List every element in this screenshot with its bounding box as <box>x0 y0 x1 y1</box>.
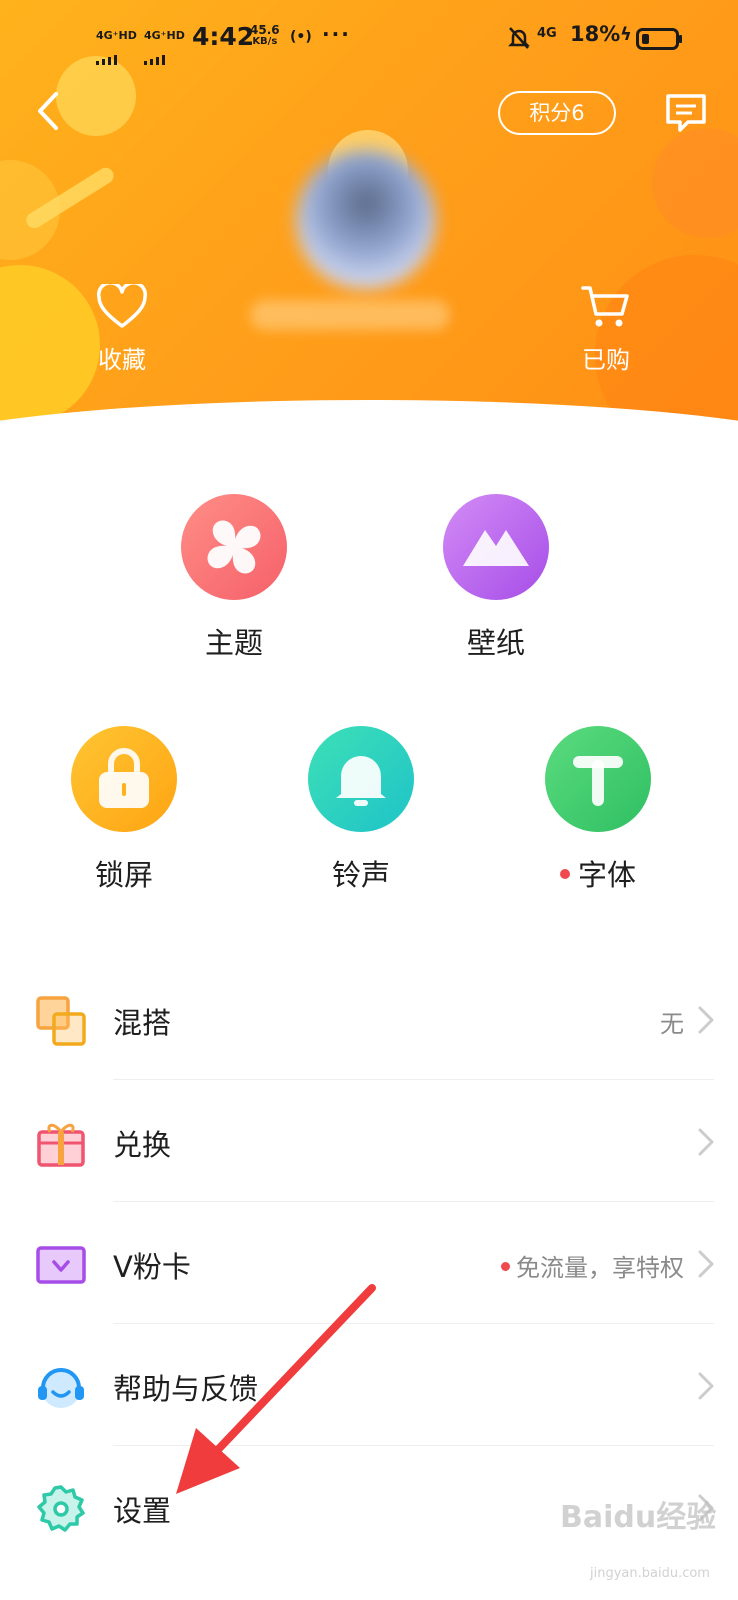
list-value: 无 <box>660 1010 684 1038</box>
mute-bell-icon <box>507 26 531 54</box>
chevron-right-icon <box>698 1250 714 1278</box>
message-icon <box>666 94 706 132</box>
signal-label: 4G⁺HD <box>144 29 185 42</box>
grid-label-text: 字体 <box>577 858 636 892</box>
header-curve <box>0 400 738 460</box>
profile-header: 4G⁺HD 4G⁺HD 4:42 45.6 KB/s (•) ··· 4G 18… <box>0 0 738 460</box>
vcard-icon <box>36 1240 86 1290</box>
charging-icon: ϟ <box>620 24 632 45</box>
points-button[interactable]: 积分6 <box>498 91 616 135</box>
list-value: 免流量，享特权 <box>501 1248 684 1283</box>
new-badge <box>559 869 570 879</box>
list-item-redeem[interactable]: 兑换 <box>0 1080 738 1202</box>
decor-circle <box>652 128 738 238</box>
signal-sim1: 4G⁺HD <box>96 24 137 65</box>
list-label: 混搭 <box>113 1006 172 1040</box>
chevron-right-icon <box>698 1006 714 1034</box>
signal-bars-icon <box>144 46 185 65</box>
hotspot-icon: (•) <box>290 29 312 45</box>
network-type: 4G <box>537 26 557 41</box>
signal-bars-icon <box>96 46 137 65</box>
headset-icon <box>36 1362 86 1412</box>
lock-icon <box>71 726 177 832</box>
watermark-url: jingyan.baidu.com <box>590 1566 710 1581</box>
annotation-arrow <box>176 1284 376 1494</box>
net-speed: 45.6 KB/s <box>250 24 280 48</box>
grid-label: 铃声 <box>331 858 390 892</box>
font-t-icon <box>545 726 651 832</box>
grid-label: 壁纸 <box>466 626 525 660</box>
back-button[interactable] <box>28 86 72 136</box>
chevron-right-icon <box>698 1128 714 1156</box>
list-value-text: 免流量，享特权 <box>516 1254 684 1282</box>
watermark: Baidu经验 <box>560 1500 717 1535</box>
list-item-mix[interactable]: 混搭 无 <box>0 958 738 1080</box>
grid-item-lockscreen[interactable]: 锁屏 <box>44 726 204 894</box>
grid-item-wallpaper[interactable]: 壁纸 <box>416 494 576 662</box>
clock: 4:42 <box>192 22 255 51</box>
gift-icon <box>36 1118 86 1168</box>
list-label: 兑换 <box>113 1128 172 1162</box>
mountain-icon <box>443 494 549 600</box>
grid-item-font[interactable]: 字体 <box>518 726 678 894</box>
username <box>250 300 450 330</box>
grid-label: 字体 <box>518 852 678 894</box>
message-button[interactable] <box>664 92 708 134</box>
new-badge <box>501 1261 510 1271</box>
favorites-label: 收藏 <box>98 346 146 374</box>
chevron-left-icon <box>38 92 58 130</box>
pinwheel-icon <box>181 494 287 600</box>
status-bar: 4G⁺HD 4G⁺HD 4:42 45.6 KB/s (•) ··· 4G 18… <box>0 20 738 65</box>
avatar[interactable] <box>296 150 436 290</box>
grid-label: 主题 <box>204 626 263 660</box>
chevron-right-icon <box>698 1372 714 1400</box>
grid-item-theme[interactable]: 主题 <box>154 494 314 662</box>
signal-label: 4G⁺HD <box>96 29 137 42</box>
settings-gear-icon <box>36 1484 86 1534</box>
grid-label: 锁屏 <box>94 858 153 892</box>
more-dots-icon: ··· <box>322 22 351 46</box>
bell-icon <box>308 726 414 832</box>
battery-percent: 18% <box>570 22 621 46</box>
heart-icon <box>96 284 148 328</box>
favorites-button[interactable]: 收藏 <box>72 284 172 375</box>
speed-unit: KB/s <box>252 36 278 47</box>
mix-icon <box>36 996 86 1046</box>
grid-item-ringtone[interactable]: 铃声 <box>281 726 441 894</box>
cart-icon <box>581 286 629 327</box>
signal-sim2: 4G⁺HD <box>144 24 185 65</box>
purchased-label: 已购 <box>582 346 630 374</box>
speed-value: 45.6 <box>250 23 280 37</box>
battery-icon <box>636 28 684 54</box>
purchased-button[interactable]: 已购 <box>556 284 656 375</box>
